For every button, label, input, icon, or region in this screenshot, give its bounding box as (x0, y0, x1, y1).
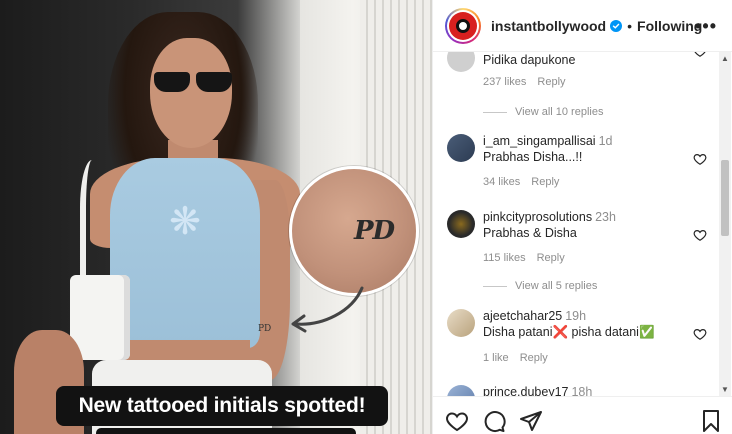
reply-button[interactable]: Reply (537, 252, 565, 264)
following-button[interactable]: Following (637, 18, 702, 34)
share-send-icon[interactable] (519, 409, 543, 433)
reply-button[interactable]: Reply (531, 176, 559, 188)
commenter-username[interactable]: prince.dubey17 (483, 385, 568, 396)
comments-list: Pidika dapukone 237 likes Reply View all … (433, 52, 718, 396)
caption-bar-tail (96, 428, 356, 434)
commenter-username[interactable]: i_am_singampallisai (483, 134, 596, 148)
heart-icon[interactable] (693, 152, 707, 166)
heart-icon[interactable] (693, 52, 707, 58)
scrollbar-thumb[interactable] (721, 160, 729, 236)
save-bookmark-icon[interactable] (699, 409, 723, 433)
comment-time: 18h (571, 385, 593, 396)
comment-likes[interactable]: 34 likes (483, 176, 520, 188)
comment-time: 19h (565, 309, 587, 323)
comment-time: 1d (598, 134, 613, 148)
commenter-avatar[interactable] (447, 385, 475, 396)
arrow-icon (291, 286, 364, 333)
comment-text: Pidika dapukone (483, 53, 576, 67)
like-heart-icon[interactable] (445, 409, 469, 433)
comments-panel: instantbollywood • Following ••• Pidika … (432, 0, 732, 434)
comment-icon[interactable] (482, 409, 506, 433)
profile-avatar[interactable] (445, 7, 481, 44)
overlay-caption: New tattooed initials spotted! (56, 386, 388, 426)
heart-icon[interactable] (693, 327, 707, 341)
more-options-icon[interactable]: ••• (695, 16, 717, 37)
commenter-avatar[interactable] (447, 52, 475, 72)
verified-badge-icon (610, 19, 623, 32)
reply-button[interactable]: Reply (520, 352, 548, 364)
commenter-avatar[interactable] (447, 210, 475, 238)
view-replies-button[interactable]: View all 5 replies (483, 280, 597, 292)
comment-time: 23h (595, 210, 616, 224)
commenter-username[interactable]: ajeetchahar25 (483, 309, 562, 323)
commenter-username[interactable]: pinkcityprosolutions (483, 210, 592, 224)
commenter-avatar[interactable] (447, 134, 475, 162)
comment-likes[interactable]: 115 likes (483, 252, 526, 264)
view-replies-button[interactable]: View all 10 replies (483, 106, 603, 118)
reply-button[interactable]: Reply (537, 76, 565, 88)
post-image[interactable]: ❋ PD PD New tattooed initials spotted! (0, 0, 432, 434)
post-header: instantbollywood • Following ••• (433, 0, 732, 52)
post-actions-bar (433, 396, 732, 434)
comments-scrollbar[interactable]: ▲ ▼ (719, 52, 731, 396)
comment-likes[interactable]: 1 like (483, 352, 509, 364)
comment-likes[interactable]: 237 likes (483, 76, 526, 88)
scroll-up-icon[interactable]: ▲ (721, 54, 729, 63)
overlay-caption-text: New tattooed initials spotted! (78, 394, 366, 417)
comment-text: Prabhas Disha...!! (483, 150, 583, 164)
commenter-avatar[interactable] (447, 309, 475, 337)
comment-text: Prabhas & Disha (483, 226, 577, 240)
header-separator: • (627, 17, 633, 34)
comment-text: Disha patani❌ pisha datani✅ (483, 325, 655, 339)
heart-icon[interactable] (693, 228, 707, 242)
profile-username[interactable]: instantbollywood (491, 18, 606, 34)
scroll-down-icon[interactable]: ▼ (721, 385, 729, 394)
